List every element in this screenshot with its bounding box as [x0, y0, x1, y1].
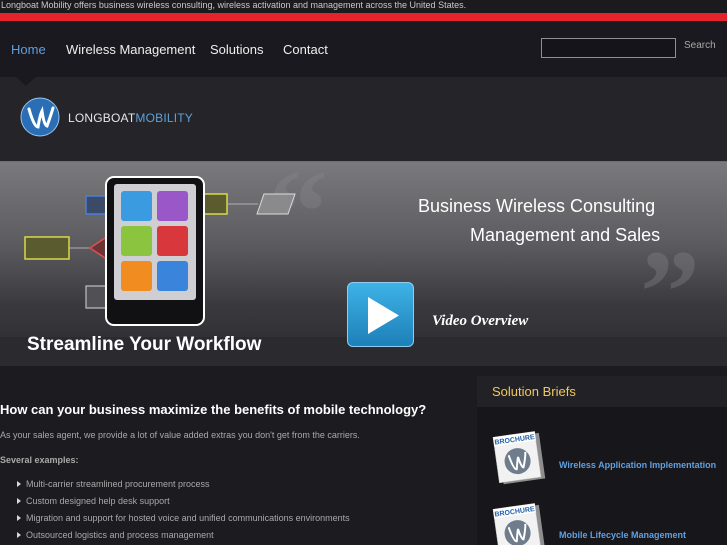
nav-contact[interactable]: Contact [283, 42, 328, 57]
hero-headline-line2: Management and Sales [470, 225, 661, 245]
bullet-arrow-icon [17, 515, 21, 521]
site-tagline: Longboat Mobility offers business wirele… [1, 0, 467, 10]
brochure-icon[interactable]: BROCHURE [490, 500, 546, 545]
bullet-arrow-icon [17, 532, 21, 538]
content-heading: How can your business maximize the benef… [0, 402, 427, 417]
list-item-text: Outsourced logistics and process managem… [26, 530, 214, 540]
list-item: Multi-carrier streamlined procurement pr… [15, 478, 350, 495]
examples-label: Several examples: [0, 455, 79, 465]
bullet-arrow-icon [17, 481, 21, 487]
accent-stripe [0, 13, 727, 21]
search-input[interactable] [541, 38, 676, 58]
svg-text:“: “ [268, 162, 328, 278]
video-play-button[interactable] [347, 282, 414, 347]
top-tagline-bar: Longboat Mobility offers business wirele… [0, 0, 727, 13]
nav-home[interactable]: Home [11, 42, 46, 57]
longboat-logo-icon[interactable] [20, 97, 60, 137]
hero-tagline: Streamline Your Workflow [27, 334, 262, 355]
list-item-text: Custom designed help desk support [26, 496, 170, 506]
bullet-arrow-icon [17, 498, 21, 504]
hero-banner: “ ” Business Wireless Consulting Managem… [0, 162, 727, 366]
list-item: Migration and support for hosted voice a… [15, 512, 350, 529]
logo-word-mobility: MOBILITY [135, 111, 194, 125]
list-item-text: Multi-carrier streamlined procurement pr… [26, 479, 210, 489]
active-nav-pointer [16, 77, 36, 86]
sidebar-title: Solution Briefs [492, 384, 576, 399]
play-icon [368, 297, 399, 334]
logo-word-longboat: LONGBOAT [68, 111, 136, 125]
brief-wireless-application-implementation[interactable]: Wireless Application Implementation [559, 460, 716, 470]
list-item-text: Migration and support for hosted voice a… [26, 513, 350, 523]
logo-wordmark[interactable]: LONGBOATMOBILITY [68, 111, 193, 125]
hero-headline-line1: Business Wireless Consulting [418, 196, 656, 216]
search-button[interactable]: Search [684, 40, 716, 51]
examples-list: Multi-carrier streamlined procurement pr… [15, 478, 350, 545]
brief-mobile-lifecycle-management[interactable]: Mobile Lifecycle Management [559, 530, 686, 540]
nav-wireless-management[interactable]: Wireless Management [66, 42, 195, 57]
sidebar-header: Solution Briefs [477, 376, 727, 407]
brochure-icon[interactable]: BROCHURE [490, 428, 546, 486]
video-overview-link[interactable]: Video Overview [432, 313, 528, 330]
list-item: Outsourced logistics and process managem… [15, 529, 350, 545]
content-intro: As your sales agent, we provide a lot of… [0, 430, 360, 440]
nav-solutions[interactable]: Solutions [210, 42, 263, 57]
list-item: Custom designed help desk support [15, 495, 350, 512]
